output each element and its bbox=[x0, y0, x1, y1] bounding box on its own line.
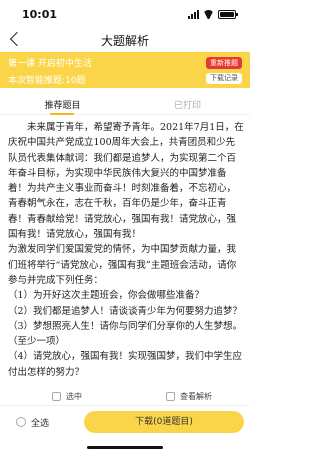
status-bar: 10:01 bbox=[0, 0, 250, 28]
status-icons bbox=[188, 8, 238, 20]
tab-printed[interactable]: 已打印 bbox=[125, 98, 250, 111]
signal-icon bbox=[188, 9, 199, 19]
select-all-radio[interactable] bbox=[16, 417, 26, 427]
download-button[interactable]: 下载(0道题目) bbox=[84, 411, 244, 433]
recommend-count: 本次智能推题:10题 bbox=[8, 76, 86, 86]
battery-icon bbox=[218, 9, 238, 19]
wifi-icon bbox=[203, 10, 214, 19]
download-record-button[interactable]: 下载记录 bbox=[206, 73, 242, 84]
nav-bar: 大题解析 bbox=[0, 28, 250, 52]
reselect-button[interactable]: 重新推题 bbox=[206, 57, 242, 69]
select-all-label[interactable]: 全选 bbox=[31, 416, 49, 429]
question-options: 选中 查看解析 bbox=[0, 388, 250, 406]
bottom-bar: 全选 下载(0道题目) bbox=[0, 405, 250, 450]
view-analysis-checkbox[interactable] bbox=[166, 392, 175, 401]
select-checkbox[interactable] bbox=[52, 392, 61, 401]
view-analysis-label: 查看解析 bbox=[180, 392, 212, 401]
active-tab-indicator bbox=[50, 113, 74, 115]
page-title: 大题解析 bbox=[100, 34, 149, 48]
lesson-title: 第一课 开启初中生活 bbox=[8, 59, 92, 69]
question-3: （3）梦想照亮人生！请你与同学们分享你的人生梦想。（至少一项） bbox=[8, 320, 243, 348]
question-2: （2）我们都是追梦人！请谈谈青少年为何要努力追梦？ bbox=[8, 305, 243, 317]
tab-bar: 推荐题目 已打印 bbox=[0, 93, 250, 115]
home-indicator bbox=[87, 446, 163, 449]
passage-paragraph-2: 为激发同学们爱国爱党的情怀，为中国梦贡献力量，我们班将举行“请党放心，强国有我”… bbox=[8, 244, 237, 286]
question-passage: 未来属于青年，希望寄予青年。2021年7月1日，在庆祝中国共产党成立100周年大… bbox=[8, 120, 244, 380]
status-time: 10:01 bbox=[22, 8, 58, 21]
select-label: 选中 bbox=[66, 392, 82, 401]
passage-paragraph-1: 未来属于青年，希望寄予青年。2021年7月1日，在庆祝中国共产党成立100周年大… bbox=[8, 122, 244, 241]
lesson-banner: 第一课 开启初中生活 本次智能推题:10题 重新推题 下载记录 bbox=[0, 52, 250, 88]
question-4: （4）请党放心，强国有我！实现强国梦，我们中学生应付出怎样的努力？ bbox=[8, 351, 243, 378]
tab-recommended[interactable]: 推荐题目 bbox=[0, 98, 125, 111]
question-1: （1）为开好这次主题班会，你会做哪些准备？ bbox=[8, 290, 205, 302]
